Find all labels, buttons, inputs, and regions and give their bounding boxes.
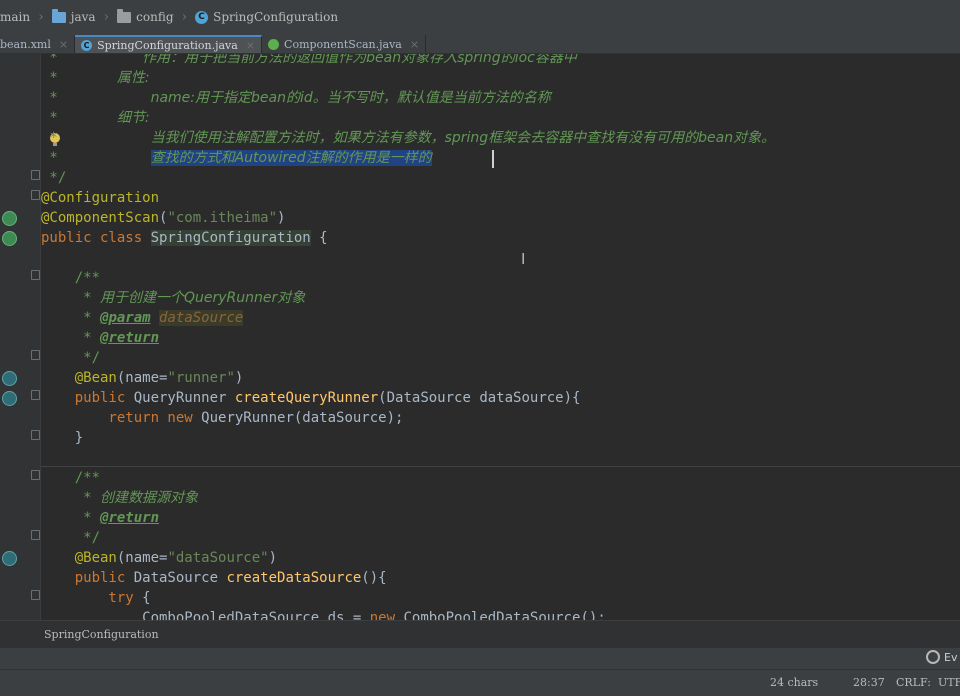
- fold-icon[interactable]: [31, 470, 40, 480]
- code-line: public class SpringConfiguration {: [41, 230, 328, 246]
- tab-springconfiguration-java[interactable]: C SpringConfiguration.java ×: [75, 35, 263, 53]
- text-caret: [492, 150, 494, 168]
- class-icon: C: [81, 39, 93, 51]
- breadcrumb-main-label: main: [0, 10, 31, 24]
- breadcrumb-main[interactable]: main ›: [0, 0, 48, 34]
- selection-chars: 24 chars: [770, 676, 819, 689]
- tab-bean-xml-label: bean.xml: [0, 37, 51, 51]
- method-separator: [41, 466, 960, 467]
- bean-method-icon[interactable]: [2, 371, 17, 386]
- editor-tab-bar: bean.xml × C SpringConfiguration.java × …: [0, 34, 960, 54]
- spring-bean-scan-icon[interactable]: [2, 211, 17, 226]
- fold-icon[interactable]: [31, 430, 40, 440]
- fold-icon[interactable]: [31, 530, 40, 540]
- code-line: public DataSource createDataSource(){: [41, 570, 387, 586]
- code-line: */: [41, 350, 101, 366]
- chevron-right-icon: ›: [103, 9, 110, 25]
- breadcrumb-java[interactable]: java ›: [48, 0, 113, 34]
- fold-icon[interactable]: [31, 350, 40, 360]
- code-line: public QueryRunner createQueryRunner(Dat…: [41, 390, 581, 406]
- code-line: * @param dataSource: [41, 310, 244, 326]
- close-icon[interactable]: ×: [246, 39, 255, 52]
- editor-gutter: [0, 54, 41, 620]
- code-line: */: [41, 530, 101, 546]
- navigation-breadcrumb: main › java › config › C SpringConfigura…: [0, 0, 960, 35]
- code-line: }: [41, 430, 84, 446]
- code-line: */: [41, 170, 67, 186]
- structure-breadcrumb-label: SpringConfiguration: [44, 628, 159, 641]
- code-line: return new QueryRunner(dataSource);: [41, 410, 404, 426]
- text-cursor-icon: I: [521, 250, 526, 268]
- search-icon[interactable]: [926, 650, 940, 664]
- selected-code-line: * 查找的方式和Autowired注解的作用是一样的: [41, 150, 432, 166]
- code-line: * 用于创建一个QueryRunner对象: [41, 290, 306, 306]
- code-line: @Bean(name="runner"): [41, 370, 244, 386]
- tab-bean-xml[interactable]: bean.xml ×: [0, 35, 76, 53]
- event-log-label[interactable]: Ev: [944, 651, 957, 664]
- code-line: @ComponentScan("com.itheima"): [41, 210, 286, 226]
- bean-method-icon[interactable]: [2, 391, 17, 406]
- close-icon[interactable]: ×: [410, 38, 419, 51]
- fold-icon[interactable]: [31, 270, 40, 280]
- folder-icon: [51, 8, 66, 23]
- fold-icon[interactable]: [31, 170, 40, 180]
- tab-componentscan-label: ComponentScan.java: [284, 37, 402, 51]
- code-line: try {: [41, 590, 151, 606]
- file-encoding[interactable]: UTF-: [938, 676, 960, 689]
- code-line: * @return: [41, 510, 160, 526]
- code-line: * 细节:: [41, 110, 150, 126]
- code-line: * 属性:: [41, 70, 150, 86]
- folder-icon: [117, 8, 132, 23]
- code-line: * 创建数据源对象: [41, 490, 199, 506]
- breadcrumb-config[interactable]: config ›: [113, 0, 191, 34]
- breadcrumb-config-label: config: [136, 10, 174, 24]
- annotation-icon: [268, 38, 280, 50]
- code-line: * name:用于指定bean的id。当不写时，默认值是当前方法的名称: [41, 90, 551, 106]
- spring-config-icon[interactable]: [2, 231, 17, 246]
- code-line: /**: [41, 270, 101, 286]
- code-line: ComboPooledDataSource ds = new ComboPool…: [41, 610, 606, 620]
- close-icon[interactable]: ×: [59, 38, 68, 51]
- breadcrumb-springconfiguration[interactable]: C SpringConfiguration: [191, 0, 342, 34]
- code-line: * @return: [41, 330, 160, 346]
- code-line: * 当我们使用注解配置方法时，如果方法有参数，spring框架会去容器中查找有没…: [41, 130, 776, 146]
- code-line: @Configuration: [41, 190, 160, 206]
- breadcrumb-java-label: java: [70, 10, 96, 24]
- bean-method-icon[interactable]: [2, 551, 17, 566]
- class-icon: C: [195, 10, 209, 24]
- tab-componentscan-java[interactable]: ComponentScan.java ×: [262, 35, 427, 53]
- caret-position[interactable]: 28:37: [853, 676, 885, 689]
- code-line: @Bean(name="dataSource"): [41, 550, 278, 566]
- tool-window-strip: [0, 648, 960, 669]
- code-line: /**: [41, 470, 101, 486]
- code-editor[interactable]: * 作用：用于把当前方法的返回值作为bean对象存入spring的ioc容器中 …: [0, 54, 960, 620]
- structure-breadcrumb[interactable]: SpringConfiguration: [0, 620, 960, 648]
- tab-springconfiguration-label: SpringConfiguration.java: [97, 38, 238, 52]
- breadcrumb-class-label: SpringConfiguration: [213, 10, 339, 24]
- fold-icon[interactable]: [31, 590, 40, 600]
- chevron-right-icon: ›: [38, 9, 44, 25]
- code-line: * 作用：用于把当前方法的返回值作为bean对象存入spring的ioc容器中: [41, 54, 577, 66]
- line-separator[interactable]: CRLF:: [896, 676, 931, 689]
- status-bar: 24 chars 28:37 CRLF: UTF-: [0, 669, 960, 696]
- fold-icon[interactable]: [31, 190, 40, 200]
- chevron-right-icon: ›: [181, 9, 188, 25]
- fold-icon[interactable]: [31, 390, 40, 400]
